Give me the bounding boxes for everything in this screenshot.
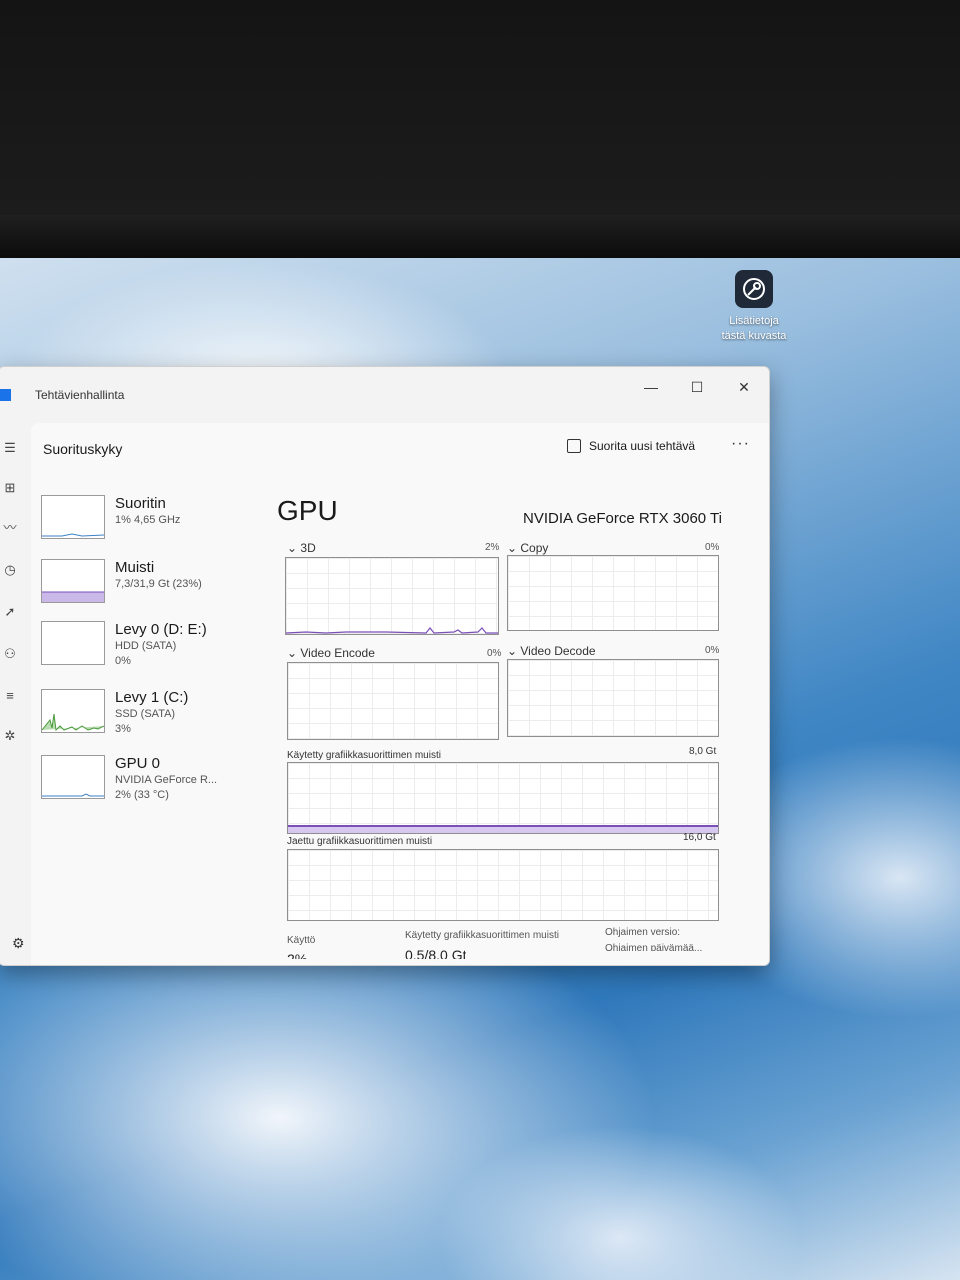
device-detail: 1% 4,65 GHz — [115, 514, 181, 526]
task-manager-app-icon — [0, 389, 11, 401]
device-item-memory[interactable]: Muisti 7,3/31,9 Gt (23%) — [41, 559, 251, 613]
graph-shared-memory — [287, 849, 719, 921]
engine-percent-copy: 0% — [705, 542, 720, 553]
engine-label: 3D — [300, 541, 316, 555]
device-name: Levy 0 (D: E:) — [115, 621, 207, 638]
engine-selector-copy[interactable]: ⌄ Copy — [507, 541, 548, 555]
graph-3d — [285, 557, 499, 635]
minimize-button[interactable]: — — [631, 373, 671, 401]
device-name: Muisti — [115, 559, 155, 576]
shared-memory-max: 16,0 Gt — [683, 832, 716, 843]
history-icon[interactable]: ◷ — [1, 561, 19, 579]
menu-icon[interactable]: ☰ — [1, 439, 19, 457]
engine-percent-video-encode: 0% — [487, 648, 502, 659]
graph-video-decode — [507, 659, 719, 737]
services-icon[interactable]: ✲ — [1, 727, 19, 745]
device-detail: 7,3/31,9 Gt (23%) — [115, 578, 202, 590]
device-usage: 0% — [115, 655, 131, 667]
close-button[interactable]: ✕ — [724, 373, 764, 401]
device-item-disk-0[interactable]: Levy 0 (D: E:) HDD (SATA) 0% — [41, 621, 251, 675]
run-new-task-button[interactable]: Suorita uusi tehtävä — [567, 439, 695, 453]
usage-label: Käyttö — [287, 935, 316, 946]
run-task-icon — [567, 439, 581, 453]
engine-percent-video-decode: 0% — [705, 645, 720, 656]
monitor-bezel-top — [0, 0, 960, 215]
performance-page: Suorituskyky Suorita uusi tehtävä ··· Su… — [31, 423, 769, 965]
graph-copy — [507, 555, 719, 631]
graph-dedicated-memory — [287, 762, 719, 834]
gpu-thumbnail-graph — [41, 755, 105, 799]
desktop-icon-label-1: Lisätietoja — [729, 315, 779, 327]
dedicated-memory-label: Käytetty grafiikkasuorittimen muisti — [287, 750, 441, 761]
desktop-icon-label-2: tästä kuvasta — [721, 330, 787, 342]
performance-icon[interactable]: 〰 — [1, 519, 19, 537]
dedicated-memory-max: 8,0 Gt — [689, 746, 717, 757]
device-name: Levy 1 (C:) — [115, 689, 189, 706]
task-manager-window: Tehtävienhallinta — ☐ ✕ ☰ ⊞ 〰 ◷ ➚ ⚇ ≡ ✲ … — [0, 366, 770, 966]
device-detail: NVIDIA GeForce R... — [115, 774, 218, 786]
info-camera-icon — [735, 270, 773, 308]
device-item-gpu-0[interactable]: GPU 0 NVIDIA GeForce R... 2% (33 °C) — [41, 755, 251, 809]
more-options-button[interactable]: ··· — [731, 435, 750, 453]
device-usage: 3% — [115, 723, 131, 735]
driver-version-label: Ohjaimen versio: — [605, 927, 681, 938]
used-memory-value: 0,5/8,0 Gt — [405, 947, 467, 959]
users-icon[interactable]: ⚇ — [1, 645, 19, 663]
engine-selector-3d[interactable]: ⌄ 3D — [287, 541, 316, 555]
disk1-thumbnail-graph — [41, 689, 105, 733]
startup-icon[interactable]: ➚ — [1, 603, 19, 621]
memory-thumbnail-graph — [41, 559, 105, 603]
device-item-disk-1[interactable]: Levy 1 (C:) SSD (SATA) 3% — [41, 689, 251, 743]
run-task-label: Suorita uusi tehtävä — [589, 439, 696, 453]
engine-percent-3d: 2% — [485, 542, 500, 553]
usage-value: 2% — [287, 951, 308, 959]
device-type: HDD (SATA) — [115, 640, 177, 652]
engine-selector-video-decode[interactable]: ⌄ Video Decode — [507, 644, 596, 658]
processes-icon[interactable]: ⊞ — [1, 479, 19, 497]
cpu-thumbnail-graph — [41, 495, 105, 539]
engine-label: Video Encode — [300, 646, 375, 660]
gpu-model-name: NVIDIA GeForce RTX 3060 Ti — [523, 510, 722, 527]
engine-label: Copy — [520, 541, 549, 555]
device-name: GPU 0 — [115, 755, 161, 772]
details-icon[interactable]: ≡ — [1, 687, 19, 705]
engine-selector-video-encode[interactable]: ⌄ Video Encode — [287, 646, 375, 660]
shared-memory-label: Jaettu grafiikkasuorittimen muisti — [287, 836, 433, 847]
device-type: SSD (SATA) — [115, 708, 176, 720]
driver-date-label: Ohjaimen päivämää... — [605, 943, 703, 951]
used-memory-label: Käytetty grafiikkasuorittimen muisti — [405, 930, 559, 941]
graph-video-encode — [287, 662, 499, 740]
engine-label: Video Decode — [520, 644, 596, 658]
desktop-icon-spotlight[interactable]: Lisätietoja tästä kuvasta — [716, 270, 792, 344]
device-name: Suoritin — [115, 495, 166, 512]
device-item-cpu[interactable]: Suoritin 1% 4,65 GHz — [41, 495, 251, 549]
monitor-bezel-edge — [0, 215, 960, 260]
nav-rail: ☰ ⊞ 〰 ◷ ➚ ⚇ ≡ ✲ — [0, 415, 29, 965]
window-title: Tehtävienhallinta — [35, 388, 125, 402]
dedicated-memory-fill — [288, 825, 718, 833]
title-bar[interactable]: Tehtävienhallinta — ☐ ✕ — [0, 367, 769, 415]
disk0-thumbnail-graph — [41, 621, 105, 665]
device-usage: 2% (33 °C) — [115, 789, 169, 801]
page-title: Suorituskyky — [43, 441, 123, 457]
settings-gear-icon[interactable]: ⚙ — [12, 935, 25, 952]
gpu-heading: GPU — [277, 495, 338, 526]
maximize-button[interactable]: ☐ — [677, 373, 717, 401]
